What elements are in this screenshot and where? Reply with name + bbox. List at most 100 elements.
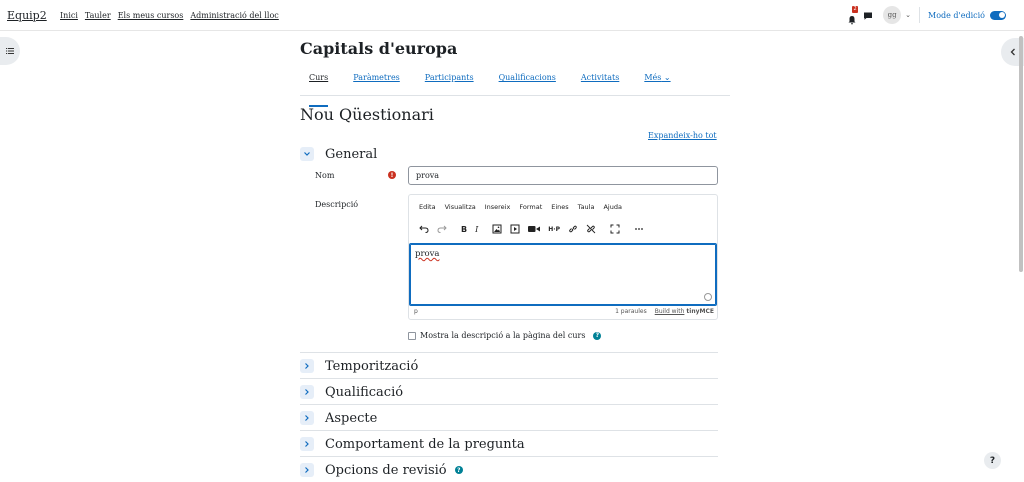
section-expand-toggle[interactable] — [300, 385, 314, 399]
fullscreen-icon — [610, 224, 620, 234]
more-tools-button[interactable] — [634, 223, 644, 235]
site-brand-link[interactable]: Equip2 — [7, 9, 47, 22]
section-general-header[interactable]: General — [300, 145, 377, 163]
primary-navigation: Inici Tauler Els meus cursos Administrac… — [60, 11, 279, 20]
accessibility-checker-icon[interactable] — [704, 293, 712, 301]
user-avatar[interactable]: gg — [883, 6, 902, 24]
nav-link-dashboard[interactable]: Tauler — [85, 11, 111, 20]
section-layout-header[interactable]: Aspecte — [300, 409, 377, 427]
section-title: Temporització — [325, 358, 419, 374]
section-title: Opcions de revisió ? — [325, 463, 463, 478]
chevron-right-icon — [305, 363, 309, 369]
section-expand-toggle[interactable] — [300, 463, 314, 477]
navbar-divider — [919, 7, 920, 23]
editor-menu-tools[interactable]: Eines — [551, 203, 568, 211]
h5p-button[interactable]: H·P — [548, 223, 560, 235]
required-icon: ! — [388, 171, 396, 179]
help-button[interactable]: ? — [984, 452, 1001, 469]
notification-count-badge: 2 — [852, 6, 859, 13]
notifications-button[interactable]: 2 — [847, 6, 859, 25]
chevron-right-icon — [305, 441, 309, 447]
undo-button[interactable] — [419, 223, 429, 235]
help-icon[interactable]: ? — [593, 331, 602, 340]
section-expand-toggle[interactable] — [300, 411, 314, 425]
help-icon[interactable]: ? — [454, 466, 463, 474]
editor-menu-view[interactable]: Visualitza — [445, 203, 476, 211]
fullscreen-button[interactable] — [610, 223, 620, 235]
editor-menu-format[interactable]: Format — [519, 203, 542, 211]
course-index-drawer-button[interactable] — [0, 37, 20, 65]
nav-link-my-courses[interactable]: Els meus cursos — [118, 11, 184, 20]
link-button[interactable] — [568, 223, 578, 235]
navbar-user-area: 2 gg ⌄ Mode d'edició — [847, 6, 1006, 25]
edit-mode-toggle[interactable] — [990, 10, 1006, 20]
bold-button[interactable]: B — [461, 223, 467, 235]
tab-more[interactable]: Més ⌄ — [635, 70, 670, 95]
chevron-down-icon — [304, 152, 310, 156]
section-timing-header[interactable]: Temporització — [300, 357, 418, 375]
video-camera-icon — [528, 226, 541, 232]
undo-icon — [419, 225, 429, 233]
section-title: Aspecte — [325, 410, 378, 426]
section-title: General — [325, 146, 378, 162]
nav-link-home[interactable]: Inici — [60, 11, 78, 20]
chevron-left-icon — [1010, 48, 1015, 56]
section-collapse-toggle[interactable] — [300, 147, 314, 161]
editor-menu-help[interactable]: Ajuda — [603, 203, 621, 211]
section-divider — [300, 404, 718, 405]
italic-button[interactable]: I — [475, 223, 478, 235]
editor-menu-table[interactable]: Taula — [578, 203, 595, 211]
record-video-button[interactable] — [528, 223, 541, 235]
course-tabs: Curs Paràmetres Participants Qualificaci… — [300, 70, 730, 107]
unlink-button[interactable] — [586, 223, 596, 235]
user-menu-chevron-icon[interactable]: ⌄ — [905, 11, 911, 19]
media-icon — [510, 224, 520, 234]
section-divider — [300, 456, 718, 457]
image-button[interactable] — [492, 223, 502, 235]
build-with-link[interactable]: Build with — [655, 308, 685, 315]
element-path[interactable]: p — [414, 308, 615, 315]
section-title: Qualificació — [325, 384, 404, 400]
word-count[interactable]: 1 paraules — [615, 308, 647, 315]
redo-button[interactable] — [437, 223, 447, 235]
section-divider — [300, 430, 718, 431]
section-expand-toggle[interactable] — [300, 437, 314, 451]
editor-menu-edit[interactable]: Edita — [419, 203, 436, 211]
chevron-right-icon — [305, 467, 309, 473]
show-description-option[interactable]: Mostra la descripció a la pàgina del cur… — [408, 331, 602, 340]
name-input[interactable] — [408, 166, 718, 185]
description-editor: Edita Visualitza Insereix Format Eines T… — [408, 194, 718, 320]
section-grade-header[interactable]: Qualificació — [300, 383, 403, 401]
tinymce-logo[interactable]: tinyMCE — [686, 308, 714, 315]
chevron-right-icon — [305, 415, 309, 421]
section-divider — [300, 378, 718, 379]
nav-link-site-admin[interactable]: Administració del lloc — [190, 11, 278, 20]
tab-settings[interactable]: Paràmetres — [344, 70, 400, 95]
tab-activities[interactable]: Activitats — [572, 70, 619, 95]
section-expand-toggle[interactable] — [300, 359, 314, 373]
show-description-label: Mostra la descripció a la pàgina del cur… — [420, 331, 586, 340]
tab-participants[interactable]: Participants — [416, 70, 474, 95]
expand-all-link[interactable]: Expandeix-ho tot — [648, 131, 717, 140]
link-icon — [569, 225, 577, 233]
show-description-checkbox[interactable] — [408, 331, 416, 340]
section-review-options-header[interactable]: Opcions de revisió ? — [300, 461, 463, 479]
bell-icon — [848, 16, 856, 25]
tab-course[interactable]: Curs — [300, 70, 329, 107]
tab-more-label: Més — [644, 73, 662, 82]
page-scrollbar[interactable] — [1019, 36, 1023, 272]
description-field-label: Descripció — [315, 200, 359, 209]
media-button[interactable] — [510, 223, 520, 235]
course-title: Capitals d'europa — [300, 39, 458, 58]
top-navbar: Equip2 Inici Tauler Els meus cursos Admi… — [0, 0, 1024, 31]
messages-button[interactable] — [863, 6, 883, 25]
list-icon — [6, 48, 14, 54]
section-title-text: Opcions de revisió — [325, 462, 447, 478]
editor-content-area[interactable]: prova — [409, 243, 717, 306]
more-horizontal-icon — [635, 228, 643, 230]
tab-grades[interactable]: Qualificacions — [490, 70, 556, 95]
editor-content-text: prova — [415, 249, 440, 259]
edit-mode-label: Mode d'edició — [928, 10, 985, 20]
section-question-behaviour-header[interactable]: Comportament de la pregunta — [300, 435, 525, 453]
editor-menu-insert[interactable]: Insereix — [485, 203, 511, 211]
